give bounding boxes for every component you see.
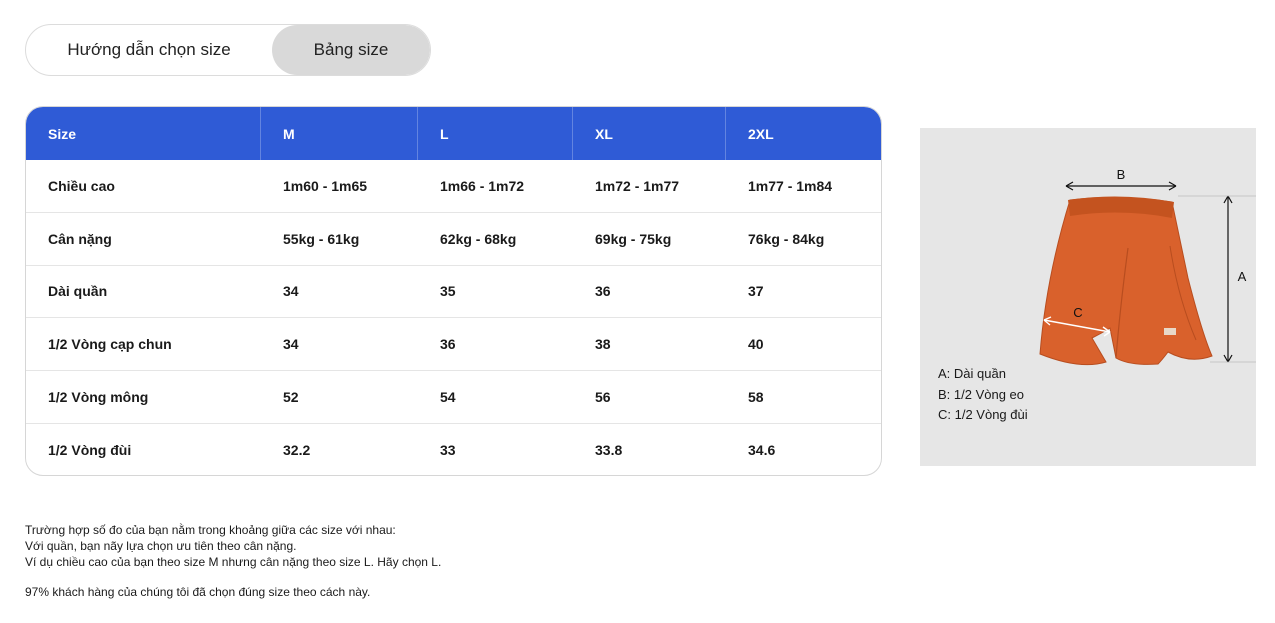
size-notes: Trường hợp số đo của bạn nằm trong khoản… — [25, 522, 441, 600]
shorts-measurement-diagram: B A C A: Dài quần B: 1/2 Vòng eo C: 1/2 … — [920, 128, 1256, 466]
table-row: Chiều cao 1m60 - 1m65 1m66 - 1m72 1m72 -… — [26, 160, 881, 213]
label-a: A — [1238, 269, 1247, 284]
table-header-row: Size M L XL 2XL — [26, 107, 881, 160]
table-cell: 69kg - 75kg — [595, 230, 672, 247]
table-cell: 34 — [283, 336, 299, 353]
row-label: 1/2 Vòng cạp chun — [48, 336, 172, 353]
shorts-icon — [1039, 196, 1213, 366]
table-row: 1/2 Vòng mông 52 54 56 58 — [26, 371, 881, 424]
table-cell: 54 — [440, 389, 456, 406]
table-cell: 36 — [440, 336, 456, 353]
table-cell: 35 — [440, 283, 456, 300]
table-cell: 1m77 - 1m84 — [748, 177, 833, 194]
table-cell: 37 — [748, 283, 764, 300]
table-cell: 34 — [283, 283, 299, 300]
table-row: Dài quần 34 35 36 37 — [26, 266, 881, 319]
note-line: 97% khách hàng của chúng tôi đã chọn đún… — [25, 585, 371, 599]
header-cell: M — [261, 107, 418, 160]
size-tabs: Hướng dẫn chọn size Bảng size — [25, 24, 431, 76]
row-label: 1/2 Vòng đùi — [48, 442, 132, 459]
note-line: Trường hợp số đo của bạn nằm trong khoản… — [25, 523, 396, 537]
table-cell: 62kg - 68kg — [440, 230, 517, 247]
table-cell: 55kg - 61kg — [283, 230, 360, 247]
table-cell: 38 — [595, 336, 611, 353]
table-row: 1/2 Vòng cạp chun 34 36 38 40 — [26, 318, 881, 372]
table-cell: 36 — [595, 283, 611, 300]
table-cell: 1m60 - 1m65 — [283, 177, 368, 194]
table-cell: 52 — [283, 389, 299, 406]
legend-item: C: 1/2 Vòng đùi — [938, 407, 1028, 422]
table-row: Cân nặng 55kg - 61kg 62kg - 68kg 69kg - … — [26, 213, 881, 266]
note-line: Với quần, bạn nãy lựa chọn ưu tiên theo … — [25, 539, 297, 553]
tab-size-guide[interactable]: Hướng dẫn chọn size — [26, 25, 272, 75]
label-c: C — [1073, 305, 1082, 320]
label-b: B — [1117, 167, 1126, 182]
table-cell: 56 — [595, 389, 611, 406]
table-cell: 32.2 — [283, 442, 311, 459]
header-cell: L — [418, 107, 573, 160]
note-line: Ví dụ chiều cao của bạn theo size M nhưn… — [25, 555, 442, 569]
table-cell: 40 — [748, 336, 764, 353]
legend-item: B: 1/2 Vòng eo — [938, 386, 1025, 402]
row-label: Cân nặng — [48, 230, 112, 247]
diagram-legend: A: Dài quần B: 1/2 Vòng eo C: 1/2 Vòng đ… — [938, 364, 1028, 426]
row-label: Chiều cao — [48, 177, 115, 194]
table-cell: 1m72 - 1m77 — [595, 177, 680, 194]
row-label: 1/2 Vòng mông — [48, 389, 149, 406]
table-cell: 33.8 — [595, 442, 623, 459]
row-label: Dài quần — [48, 283, 108, 300]
table-cell: 33 — [440, 442, 456, 459]
table-cell: 34.6 — [748, 442, 776, 459]
size-table: Size M L XL 2XL Chiều cao 1m60 - 1m65 1m… — [25, 106, 882, 476]
header-cell: XL — [573, 107, 726, 160]
table-cell: 1m66 - 1m72 — [440, 177, 525, 194]
header-cell: Size — [26, 107, 261, 160]
header-cell: 2XL — [748, 125, 774, 142]
tab-size-chart[interactable]: Bảng size — [272, 25, 430, 75]
table-cell: 58 — [748, 389, 764, 406]
table-row: 1/2 Vòng đùi 32.2 33 33.8 34.6 — [26, 424, 881, 475]
legend-item: A: Dài quần — [938, 366, 1006, 381]
table-cell: 76kg - 84kg — [748, 230, 825, 247]
